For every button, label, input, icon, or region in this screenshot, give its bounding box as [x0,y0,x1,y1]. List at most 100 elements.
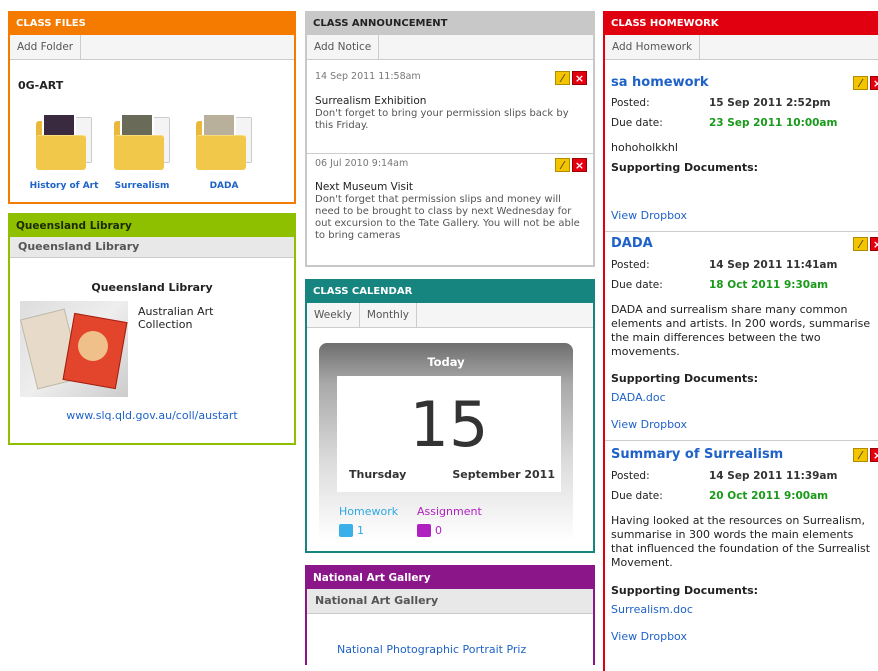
due-label: Due date: [611,279,663,291]
supporting-documents-label: Supporting Documents: [611,161,759,174]
folder-label-surrealism[interactable]: Surrealism [100,181,184,191]
assignment-count-icon [417,524,431,537]
folder-label-dada[interactable]: DADA [182,181,266,191]
due-value: 18 Oct 2011 9:30am [709,279,829,291]
calendar-day-number: 15 [409,388,489,461]
gallery-link[interactable]: National Photographic Portrait Priz [337,643,526,656]
posted-value: 14 Sep 2011 11:41am [709,259,838,271]
add-folder-button[interactable]: Add Folder [10,35,82,59]
supporting-documents-label: Supporting Documents: [611,372,759,385]
homework-toolbar: Add Homework [605,35,878,60]
folder-history-of-art-icon[interactable] [36,113,92,170]
national-art-gallery-subheader: National Art Gallery [307,589,593,614]
edit-announcement-button[interactable]: ⁄ [555,71,570,85]
delete-homework-button[interactable]: × [870,448,878,462]
calendar-tabs: Weekly Monthly [307,303,593,328]
class-calendar-panel: CLASS CALENDAR Weekly Monthly Today 15 T… [305,279,595,553]
announcement-title: Next Museum Visit [315,181,414,193]
tab-weekly[interactable]: Weekly [307,303,360,327]
posted-label: Posted: [611,259,650,271]
announcement-body: Don't forget that permission slips and m… [315,194,580,241]
due-label: Due date: [611,117,663,129]
class-files-toolbar: Add Folder [10,35,294,60]
posted-value: 14 Sep 2011 11:39am [709,470,838,482]
document-link[interactable]: DADA.doc [611,391,666,404]
class-files-header: CLASS FILES [10,13,294,35]
pencil-icon: ⁄ [859,237,862,251]
delete-homework-button[interactable]: × [870,237,878,251]
close-icon: × [873,238,878,251]
pencil-icon: ⁄ [859,76,862,90]
edit-homework-button[interactable]: ⁄ [853,237,868,251]
due-value: 20 Oct 2011 9:00am [709,490,829,502]
class-homework-panel: CLASS HOMEWORK Add Homework sa homework … [603,11,878,671]
announcement-title: Surrealism Exhibition [315,95,427,107]
folder-surrealism-icon[interactable] [114,113,170,170]
pencil-icon: ⁄ [859,448,862,462]
close-icon: × [873,77,878,90]
homework-link[interactable]: Homework [339,505,398,518]
assignment-count[interactable]: 0 [435,524,442,537]
close-icon: × [574,71,585,85]
announcement-body: Don't forget to bring your permission sl… [315,108,569,131]
edit-homework-button[interactable]: ⁄ [853,448,868,462]
calendar-weekday: Thursday [349,468,407,481]
assignment-link[interactable]: Assignment [417,505,482,518]
delete-announcement-button[interactable]: × [572,158,587,172]
due-value: 23 Sep 2011 10:00am [709,117,838,129]
library-heading: Queensland Library [91,281,213,294]
national-art-gallery-header: National Art Gallery [307,567,593,589]
announcement-toolbar: Add Notice [307,35,593,60]
calendar-date-card: 15 Thursday September 2011 [337,376,561,492]
folder-label-history-of-art[interactable]: History of Art [22,181,106,191]
library-link[interactable]: www.slq.qld.gov.au/coll/austart [10,409,294,422]
class-homework-header: CLASS HOMEWORK [605,13,878,35]
folder-name: 0G-ART [18,79,64,92]
folder-dada-icon[interactable] [196,113,252,170]
posted-value: 15 Sep 2011 2:52pm [709,97,831,109]
homework-title[interactable]: Summary of Surrealism [611,447,783,462]
homework-body: hohoholkkhl [611,141,678,154]
class-announcement-panel: CLASS ANNOUNCEMENT Add Notice 14 Sep 201… [305,11,595,267]
due-label: Due date: [611,490,663,502]
homework-title[interactable]: DADA [611,236,653,251]
homework-title[interactable]: sa homework [611,75,709,90]
tab-monthly[interactable]: Monthly [359,303,417,327]
calendar-today-label: Today [427,355,465,369]
delete-homework-button[interactable]: × [870,76,878,90]
class-files-panel: CLASS FILES Add Folder 0G-ART History of… [8,11,296,204]
library-book-image[interactable] [19,301,128,397]
close-icon: × [873,449,878,462]
library-item-title[interactable]: Australian Art Collection [138,305,238,331]
calendar-widget: Today 15 Thursday September 2011 Homewor… [319,343,573,541]
view-dropbox-link[interactable]: View Dropbox [611,209,687,222]
view-dropbox-link[interactable]: View Dropbox [611,418,687,431]
queensland-library-panel: Queensland Library Queensland Library Qu… [8,213,296,445]
pencil-icon: ⁄ [561,71,564,85]
calendar-month: September 2011 [452,468,555,481]
queensland-library-subheader: Queensland Library [10,237,294,258]
pencil-icon: ⁄ [561,158,564,172]
class-calendar-header: CLASS CALENDAR [307,281,593,303]
announcement-date: 14 Sep 2011 11:58am [315,71,421,82]
class-announcement-header: CLASS ANNOUNCEMENT [307,13,593,35]
view-dropbox-link[interactable]: View Dropbox [611,630,687,643]
homework-item: Summary of Surrealism ⁄ × Posted: 14 Sep… [605,441,878,661]
homework-body: DADA and surrealism share many common el… [611,303,871,358]
document-link[interactable]: Surrealism.doc [611,603,693,616]
supporting-documents-label: Supporting Documents: [611,584,759,597]
add-notice-button[interactable]: Add Notice [307,35,380,59]
announcement-item: 06 Jul 2010 9:14am ⁄ × Next Museum Visit… [307,154,593,264]
homework-count[interactable]: 1 [357,524,364,537]
add-homework-button[interactable]: Add Homework [605,35,701,59]
delete-announcement-button[interactable]: × [572,71,587,85]
homework-count-icon [339,524,353,537]
posted-label: Posted: [611,470,650,482]
posted-label: Posted: [611,97,650,109]
homework-item: sa homework ⁄ × Posted: 15 Sep 2011 2:52… [605,61,878,232]
homework-item: DADA ⁄ × Posted: 14 Sep 2011 11:41am Due… [605,232,878,441]
announcement-item: 14 Sep 2011 11:58am ⁄ × Surrealism Exhib… [307,61,593,154]
edit-announcement-button[interactable]: ⁄ [555,158,570,172]
edit-homework-button[interactable]: ⁄ [853,76,868,90]
national-art-gallery-panel: National Art Gallery National Art Galler… [305,565,595,665]
